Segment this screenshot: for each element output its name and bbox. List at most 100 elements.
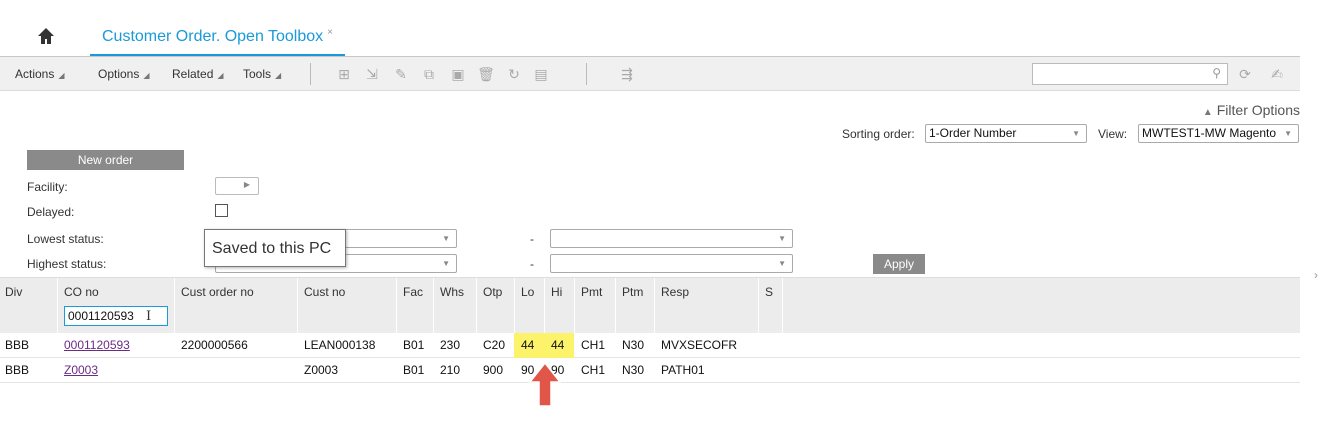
tab-customer-order[interactable]: Customer Order. Open Toolbox × — [90, 22, 345, 56]
apply-button[interactable]: Apply — [873, 254, 925, 274]
delete-icon[interactable]: 🗑 — [477, 65, 495, 83]
chevron-down-icon: ▼ — [1284, 129, 1292, 138]
table-row[interactable]: BBB Z0003 Z0003 B01 210 900 90 90 CH1 N3… — [0, 358, 1300, 383]
chevron-down-icon: ▼ — [442, 259, 450, 268]
cell-co-no-link[interactable]: 0001120593 — [64, 333, 130, 358]
menu-tools[interactable]: Tools ◢ — [243, 57, 281, 93]
export-icon[interactable]: ⇶ — [612, 65, 642, 83]
highest-status-label: Highest status: — [27, 257, 107, 271]
cell-ptm: N30 — [622, 338, 645, 352]
tab-title: Customer Order. Open Toolbox — [102, 28, 324, 45]
caret-icon: ◢ — [275, 71, 282, 80]
tab-close-icon[interactable]: × — [327, 27, 333, 38]
toolbar-divider — [310, 63, 311, 85]
saved-tooltip: Saved to this PC — [204, 229, 346, 267]
caret-icon: ◢ — [58, 71, 65, 80]
lowest-status-to-select[interactable]: ▼ — [550, 229, 793, 248]
edit-icon[interactable]: ✎ — [392, 65, 410, 83]
toolbar: Actions ◢ Options ◢ Related ◢ Tools ◢ ⊞ ⇲ ✎ … — [0, 57, 1300, 91]
column-divider — [544, 278, 545, 334]
column-divider — [57, 278, 58, 334]
text-cursor-icon: I — [146, 309, 152, 324]
cell-ptm: N30 — [622, 363, 645, 377]
display-icon[interactable]: ▣ — [449, 65, 467, 83]
col-fac[interactable]: Fac — [403, 285, 423, 299]
filter-options-toggle[interactable]: ▲ Filter Options — [1203, 102, 1300, 118]
menu-related[interactable]: Related ◢ — [172, 57, 224, 93]
menu-actions[interactable]: Actions ◢ — [15, 57, 65, 93]
caret-icon: ◢ — [217, 71, 224, 80]
column-divider — [654, 278, 655, 334]
col-ptm[interactable]: Ptm — [622, 285, 643, 299]
caret-icon: ◢ — [143, 71, 150, 80]
cell-pmt: CH1 — [581, 363, 606, 377]
facility-field[interactable]: ▶ — [215, 177, 259, 195]
cell-hi: 44 — [551, 338, 565, 352]
col-hi[interactable]: Hi — [551, 285, 562, 299]
cell-resp: PATH01 — [661, 363, 705, 377]
column-divider — [615, 278, 616, 334]
sorting-order-select[interactable]: 1-Order Number ▼ — [925, 124, 1087, 143]
open-icon[interactable]: ⇲ — [363, 65, 381, 83]
copy-icon[interactable]: ⧉ — [420, 65, 438, 83]
co-no-filter-input[interactable]: 0001120593 — [64, 306, 168, 326]
col-resp[interactable]: Resp — [661, 285, 689, 299]
facility-label: Facility: — [27, 180, 68, 194]
chevron-right-icon[interactable]: › — [1314, 268, 1318, 282]
col-cust-order-no[interactable]: Cust order no — [181, 285, 254, 299]
lowest-status-label: Lowest status: — [27, 232, 104, 246]
cell-cust-no: LEAN000138 — [304, 338, 376, 352]
column-divider — [574, 278, 575, 334]
col-s[interactable]: S — [765, 285, 773, 299]
delayed-checkbox[interactable] — [215, 204, 228, 217]
cell-div: BBB — [5, 363, 30, 377]
cell-cust-order-no: 2200000566 — [181, 338, 248, 352]
col-cust-no[interactable]: Cust no — [304, 285, 345, 299]
cell-whs: 230 — [440, 338, 461, 352]
view-select[interactable]: MWTEST1-MW Magento ▼ — [1138, 124, 1299, 143]
search-options-icon[interactable]: ⟳ — [1236, 65, 1254, 83]
cell-pmt: CH1 — [581, 338, 606, 352]
sorting-order-label: Sorting order: — [842, 127, 915, 141]
cell-co-no-link[interactable]: Z0003 — [64, 358, 98, 383]
chevron-down-icon: ▼ — [778, 259, 786, 268]
column-divider — [782, 278, 783, 334]
menu-options[interactable]: Options ◢ — [98, 57, 150, 93]
toolbar-search-input[interactable]: ⚲ — [1032, 63, 1228, 85]
new-icon[interactable]: ⊞ — [335, 65, 353, 83]
delayed-label: Delayed: — [27, 205, 75, 219]
col-whs[interactable]: Whs — [440, 285, 464, 299]
range-dash: - — [530, 232, 534, 246]
col-pmt[interactable]: Pmt — [581, 285, 602, 299]
cell-whs: 210 — [440, 363, 461, 377]
new-order-button[interactable]: New order — [27, 150, 184, 170]
chevron-up-icon: ▲ — [1202, 107, 1213, 118]
cell-fac: B01 — [403, 338, 425, 352]
table-header: Div CO no Cust order no Cust no Fac Whs … — [0, 277, 1300, 334]
chevron-right-icon: ▶ — [243, 180, 250, 189]
highest-status-to-select[interactable]: ▼ — [550, 254, 793, 273]
col-co-no[interactable]: CO no — [64, 285, 99, 299]
settings-list-icon[interactable]: ▤ — [532, 65, 550, 83]
column-divider — [174, 278, 175, 334]
column-divider — [433, 278, 434, 334]
notes-icon[interactable]: ✍ — [1268, 65, 1286, 83]
column-divider — [514, 278, 515, 334]
toolbar-divider — [586, 63, 587, 85]
table-row[interactable]: BBB 0001120593 2200000566 LEAN000138 B01… — [0, 333, 1300, 358]
annotation-arrow-icon — [529, 362, 561, 407]
col-div[interactable]: Div — [5, 285, 22, 299]
column-divider — [396, 278, 397, 334]
chevron-down-icon: ▼ — [778, 234, 786, 243]
search-icon[interactable]: ⚲ — [1212, 66, 1221, 80]
column-divider — [476, 278, 477, 334]
column-divider — [297, 278, 298, 334]
cell-otp: C20 — [483, 338, 506, 352]
refresh-icon[interactable]: ↻ — [505, 65, 523, 83]
home-icon[interactable] — [36, 26, 56, 46]
chevron-down-icon: ▼ — [1072, 129, 1080, 138]
col-otp[interactable]: Otp — [483, 285, 502, 299]
column-divider — [758, 278, 759, 334]
col-lo[interactable]: Lo — [521, 285, 534, 299]
range-dash: - — [530, 257, 534, 271]
